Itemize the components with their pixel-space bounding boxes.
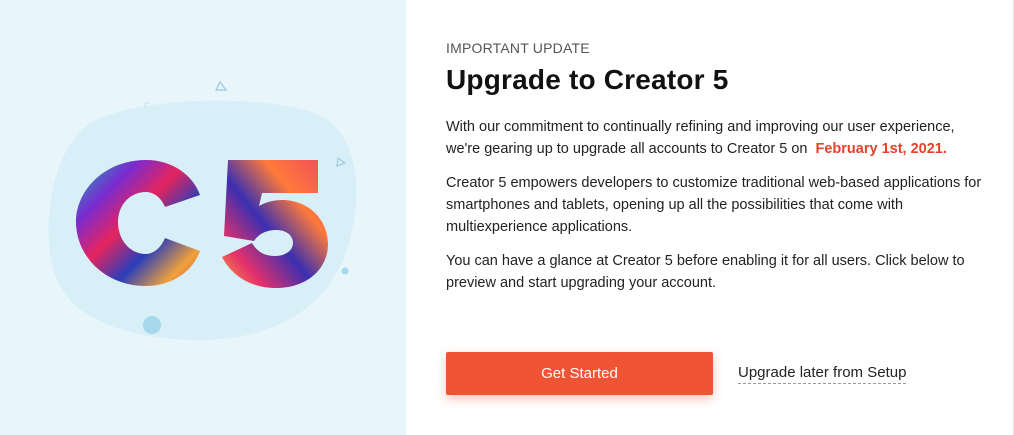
hero-illustration-panel bbox=[0, 0, 406, 435]
preview-paragraph: You can have a glance at Creator 5 befor… bbox=[446, 253, 965, 291]
page-title: Upgrade to Creator 5 bbox=[446, 64, 729, 95]
hero-illustration bbox=[48, 80, 357, 340]
eyebrow-label: IMPORTANT UPDATE bbox=[446, 40, 590, 56]
intro-paragraph: With our commitment to continually refin… bbox=[446, 116, 986, 160]
upgrade-later-link[interactable]: Upgrade later from Setup bbox=[738, 364, 907, 384]
get-started-button[interactable]: Get Started bbox=[446, 352, 713, 395]
action-bar: Get Started Upgrade later from Setup bbox=[446, 352, 907, 395]
upgrade-dialog: IMPORTANT UPDATE Upgrade to Creator 5 Wi… bbox=[0, 0, 1014, 435]
upgrade-date: February 1st, 2021. bbox=[815, 141, 947, 157]
triangle-decoration bbox=[215, 80, 228, 91]
dot-decoration bbox=[143, 316, 161, 334]
description-paragraph: Creator 5 empowers developers to customi… bbox=[446, 175, 982, 235]
dot-decoration bbox=[341, 267, 349, 275]
five-digit-shape bbox=[222, 160, 328, 288]
content-panel: IMPORTANT UPDATE Upgrade to Creator 5 Wi… bbox=[406, 0, 1013, 435]
